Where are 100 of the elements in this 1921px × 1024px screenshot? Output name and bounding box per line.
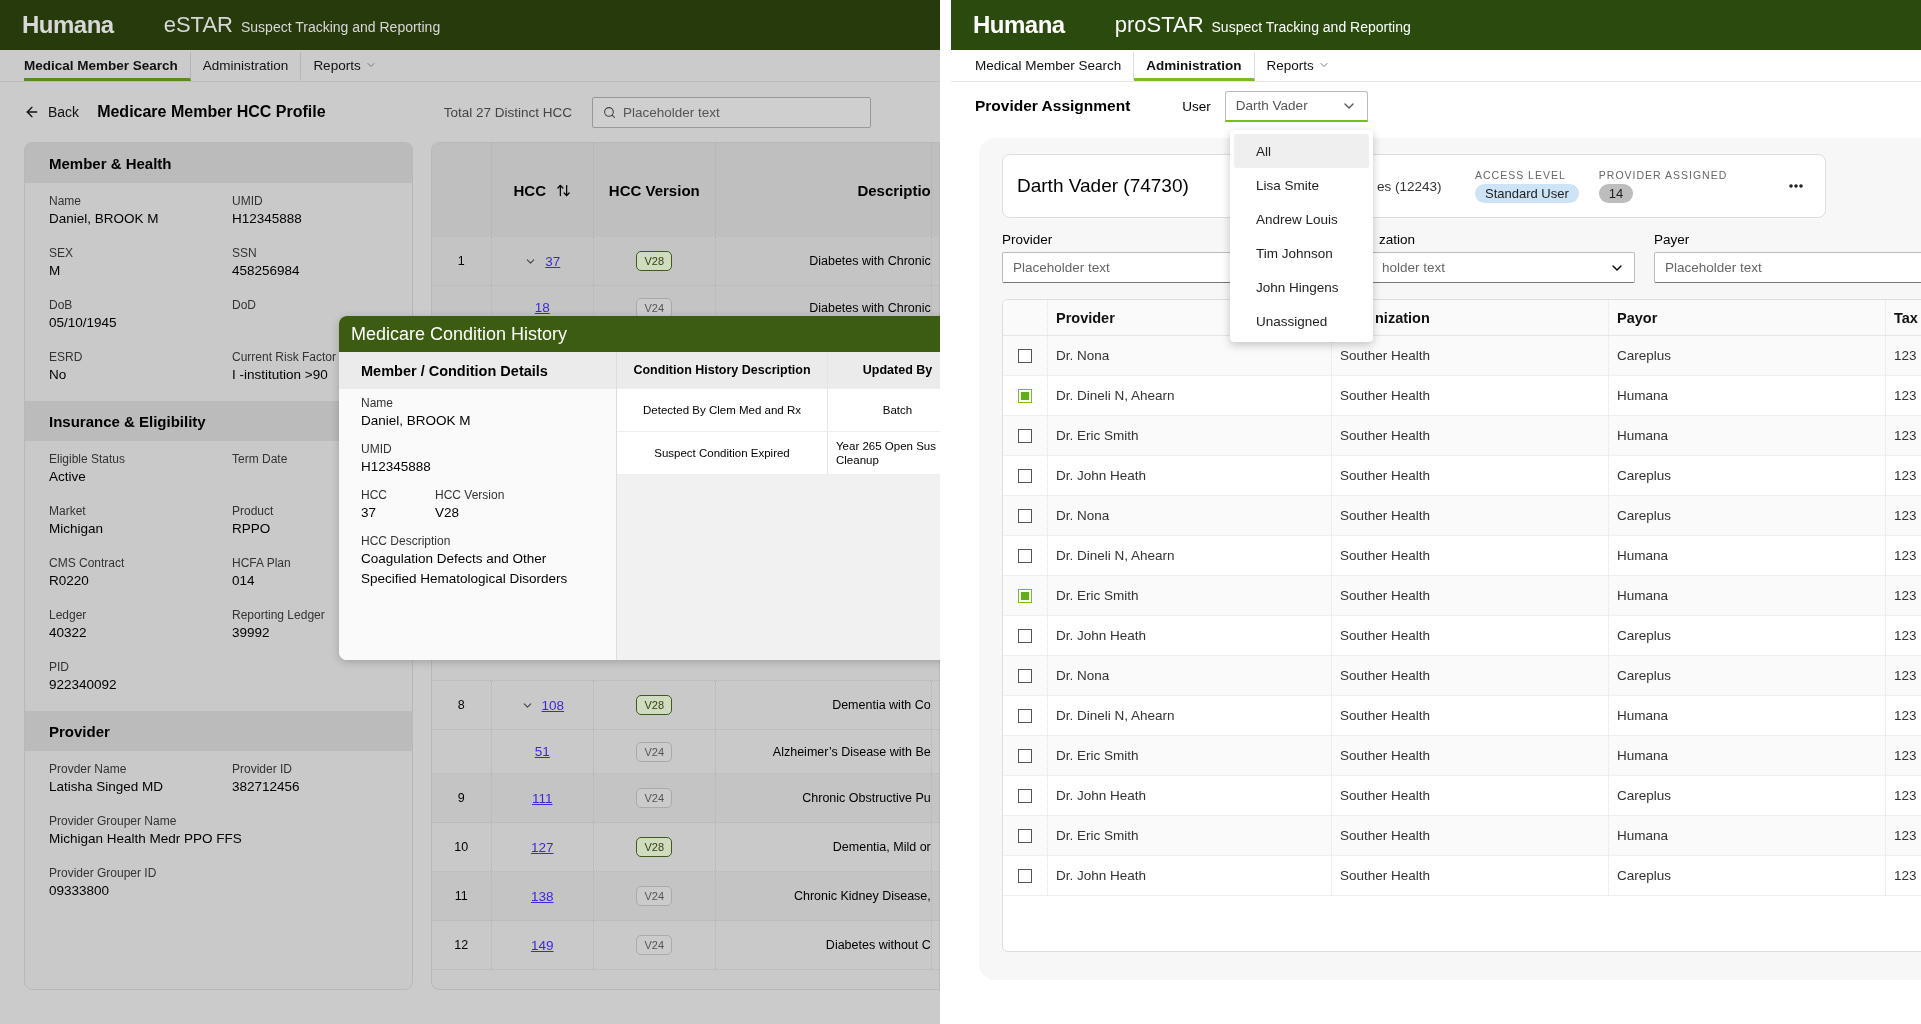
field-label: ACCESS LEVEL: [1475, 169, 1567, 181]
field-value: 014: [232, 572, 255, 590]
table-cell: 123: [1894, 348, 1917, 363]
table-cell: Souther Health: [1340, 788, 1431, 803]
table-cell: 123: [1894, 868, 1917, 883]
nav-tab[interactable]: Reports: [301, 52, 389, 81]
checkbox[interactable]: [1018, 628, 1032, 643]
checkbox[interactable]: [1018, 868, 1032, 883]
column-header: Condition History Description: [633, 363, 811, 377]
nav-tab[interactable]: Medical Member Search: [975, 52, 1135, 81]
hcc-link[interactable]: 138: [531, 888, 554, 904]
checkbox[interactable]: [1018, 828, 1032, 843]
table-row[interactable]: Dr. Dineli N, Ahearn Souther Health Humana 123: [1003, 536, 1921, 576]
nav-tab[interactable]: Administration: [1134, 52, 1255, 81]
table-cell: 123: [1894, 828, 1917, 843]
table-cell: Dr. John Heath: [1056, 788, 1147, 803]
table-row[interactable]: Dr. Nona Souther Health Careplus 123: [1003, 656, 1921, 696]
checkbox[interactable]: [1018, 708, 1032, 723]
table-cell: Humana: [1617, 388, 1669, 403]
table-cell: Souther Health: [1340, 588, 1431, 603]
hcc-link[interactable]: 18: [534, 300, 550, 315]
table-cell: 123: [1894, 388, 1917, 403]
table-cell: Suspect Condition Expired: [654, 446, 790, 460]
checkbox[interactable]: [1018, 388, 1032, 403]
app-subtitle: Suspect Tracking and Reporting: [1211, 18, 1411, 35]
column-header: Provider: [1056, 309, 1115, 326]
app-subtitle: Suspect Tracking and Reporting: [240, 18, 441, 35]
field-label: DoD: [232, 297, 256, 313]
version-tag: V28: [636, 837, 673, 857]
panel-title: Member / Condition Details: [339, 352, 616, 389]
table-row[interactable]: Dr. Dineli N, Ahearn Souther Health Humana 123: [1003, 376, 1921, 416]
hcc-link[interactable]: 51: [534, 744, 550, 759]
hcc-link[interactable]: 108: [541, 697, 565, 713]
table-row[interactable]: Dr. Eric Smith Souther Health Humana 123: [1003, 816, 1921, 856]
field-label: SEX: [49, 245, 73, 261]
table-row[interactable]: Dr. John Heath Souther Health Careplus 123: [1003, 856, 1921, 896]
hcc-link[interactable]: 37: [545, 253, 561, 269]
checkbox[interactable]: [1018, 468, 1032, 483]
checkbox[interactable]: [1018, 788, 1032, 803]
search-field[interactable]: Placeholder text: [591, 96, 871, 128]
hcc-link[interactable]: 127: [531, 839, 554, 855]
table-cell: Dr. Nona: [1056, 668, 1110, 683]
table-row[interactable]: Dr. Dineli N, Ahearn Souther Health Humana 123: [1003, 696, 1921, 736]
field-label: Term Date: [232, 451, 288, 467]
table-cell: Batch: [882, 403, 913, 417]
table-cell: Dr. Eric Smith: [1056, 588, 1139, 603]
more-button[interactable]: [1789, 184, 1803, 188]
page-title: Provider Assignment: [975, 97, 1131, 115]
checkbox[interactable]: [1018, 588, 1032, 603]
table-row[interactable]: Dr. Eric Smith Souther Health Humana 123: [1003, 736, 1921, 776]
table-cell: 123: [1894, 548, 1917, 563]
hcc-link[interactable]: 111: [532, 790, 553, 806]
user-dropdown[interactable]: Darth Vader: [1224, 90, 1368, 122]
checkbox[interactable]: [1018, 348, 1032, 363]
table-row[interactable]: Dr. Nona Souther Health Careplus 123: [1003, 496, 1921, 536]
column-header: Descriptio: [857, 181, 931, 199]
checkbox[interactable]: [1018, 428, 1032, 443]
column-header: HCC Version: [608, 181, 700, 199]
back-link[interactable]: Back: [24, 104, 80, 120]
table-row[interactable]: Dr. John Heath Souther Health Careplus 123: [1003, 456, 1921, 496]
nav-tab[interactable]: Reports: [1254, 52, 1342, 81]
nav-tab[interactable]: Administration: [190, 52, 302, 81]
checkbox[interactable]: [1018, 668, 1032, 683]
count-badge: 14: [1598, 184, 1634, 203]
version-tag: V24: [636, 935, 673, 955]
nav-tab[interactable]: Medical Member Search: [24, 52, 191, 81]
table-row[interactable]: Dr. Nona Souther Health Careplus 123: [1003, 336, 1921, 376]
field-label: Reporting Ledger: [232, 607, 325, 623]
table-cell: Humana: [1617, 708, 1669, 723]
field-label: zation: [1378, 232, 1417, 249]
table-row[interactable]: Dr. John Heath Souther Health Careplus 123: [1003, 776, 1921, 816]
total-count: Total 27 Distinct HCC: [443, 104, 572, 120]
field-label: Payer: [1654, 232, 1691, 249]
table-cell: Souther Health: [1340, 868, 1431, 883]
table-row[interactable]: Dr. Eric Smith Souther Health Humana 123: [1003, 416, 1921, 456]
row-number: 9: [457, 791, 465, 805]
checkbox[interactable]: [1018, 508, 1032, 523]
hcc-link[interactable]: 149: [531, 937, 554, 953]
checkbox[interactable]: [1018, 548, 1032, 563]
table-row[interactable]: Dr. John Heath Souther Health Careplus 123: [1003, 616, 1921, 656]
version-tag: V24: [636, 741, 673, 762]
menu-item[interactable]: All: [1234, 134, 1369, 168]
sort-icon[interactable]: [556, 182, 572, 198]
column-header: nization: [1375, 309, 1430, 326]
column-header: Updated By: [862, 363, 933, 377]
version-tag: V24: [636, 886, 673, 906]
user-organization: es (12243): [1377, 178, 1443, 194]
version-tag: V24: [636, 297, 673, 318]
table-cell: Souther Health: [1340, 828, 1431, 843]
table-cell: Souther Health: [1340, 628, 1431, 643]
version-tag: V24: [636, 788, 673, 808]
table-cell: Souther Health: [1340, 668, 1431, 683]
field-label: Ledger: [49, 607, 87, 623]
table-cell: Souther Health: [1340, 348, 1431, 363]
table-row[interactable]: Dr. Eric Smith Souther Health Humana 123: [1003, 576, 1921, 616]
app-name: proSTAR: [1114, 12, 1204, 38]
checkbox[interactable]: [1018, 748, 1032, 763]
field-label: HCC Description: [361, 533, 451, 549]
row-number: 12: [454, 938, 469, 952]
input-field[interactable]: Placeholder text: [1654, 252, 1921, 283]
